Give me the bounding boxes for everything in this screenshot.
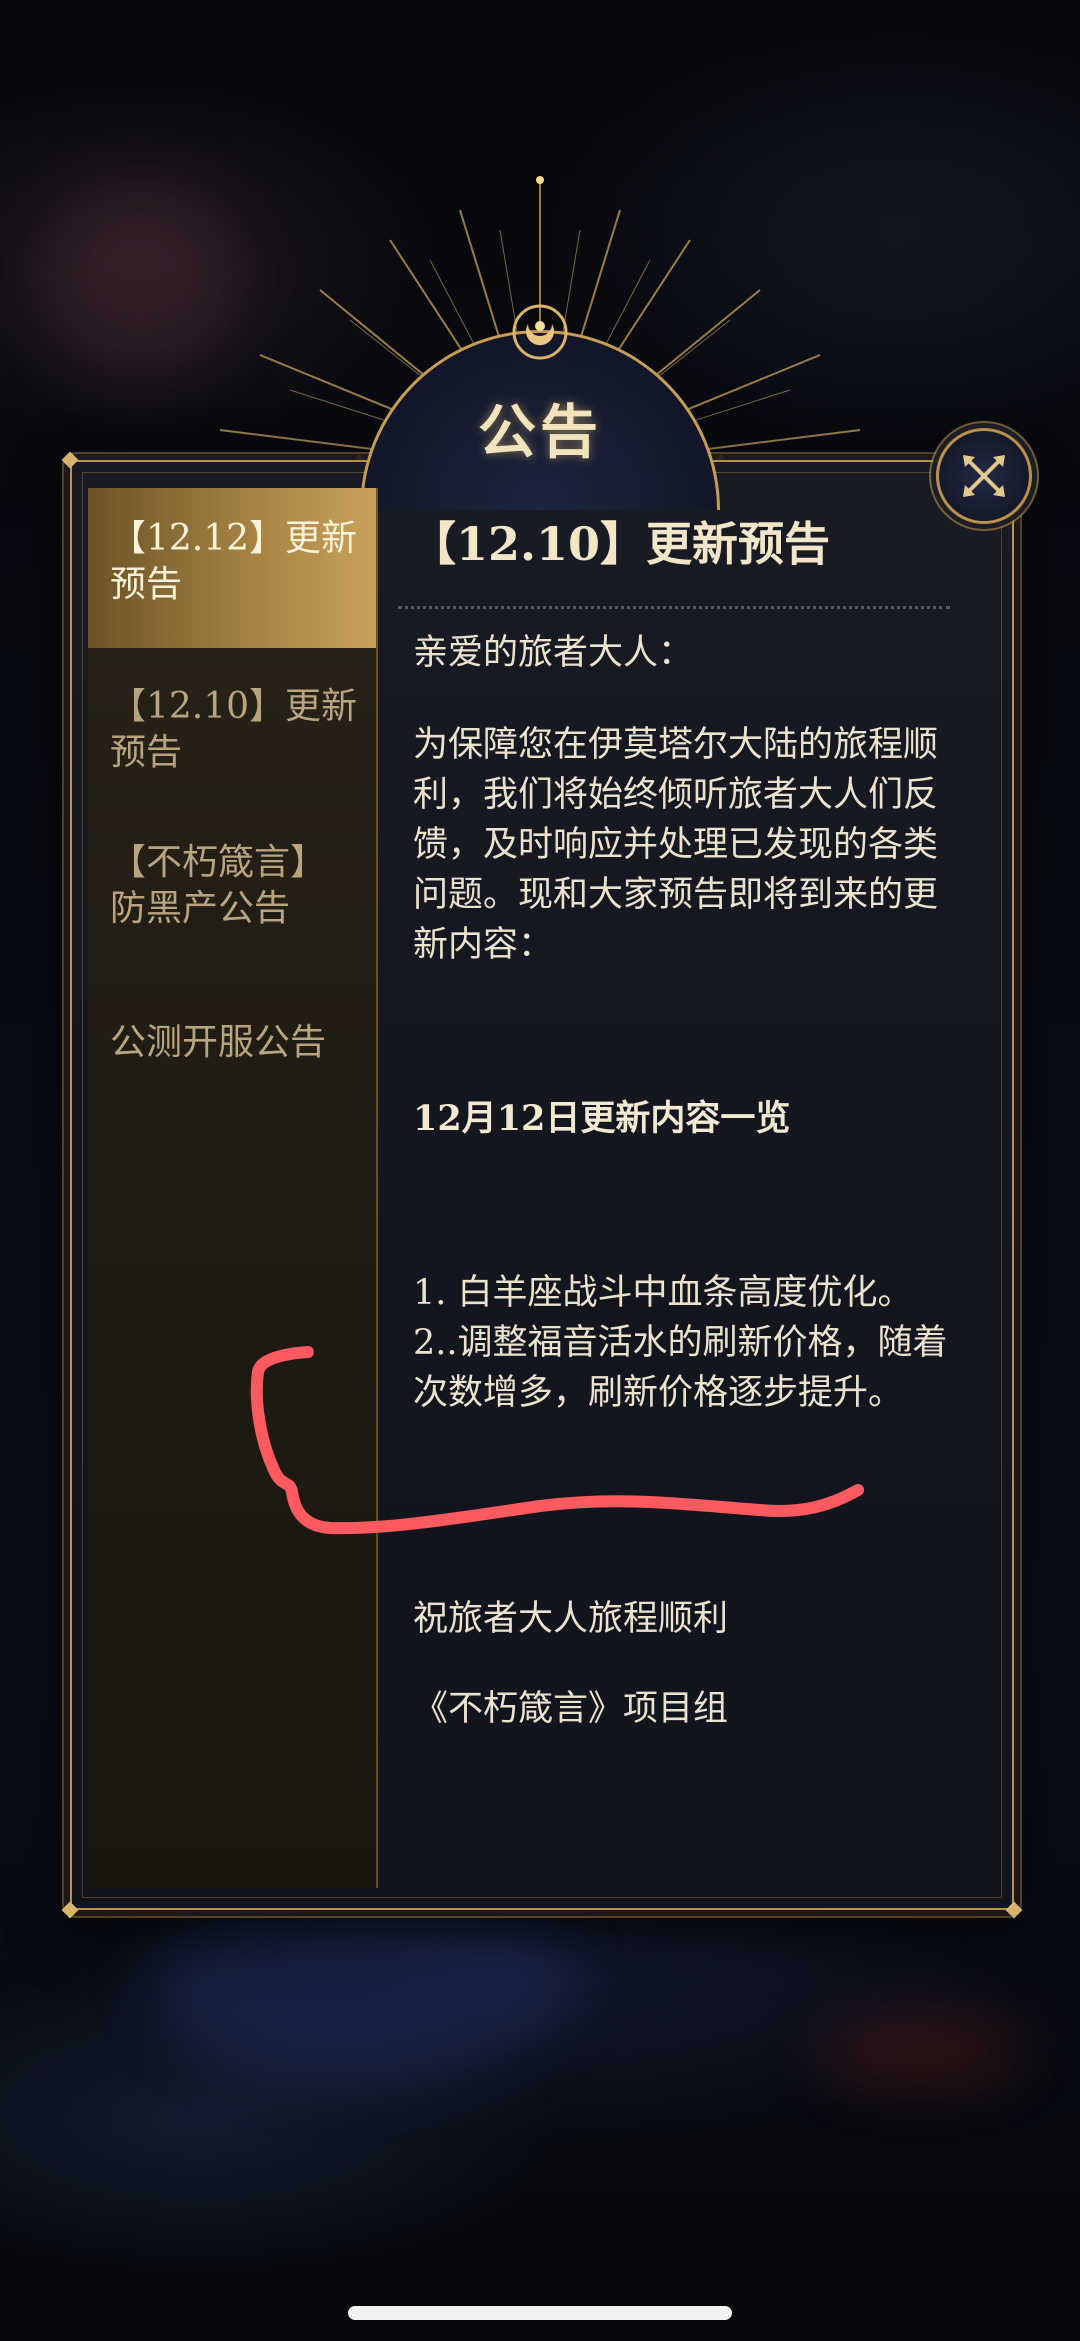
page-title: 公告 [477,398,602,466]
divider [398,606,950,609]
moon-emblem-icon [512,304,568,360]
sidebar-item-12-12[interactable]: 【12.12】更新预告 [88,488,376,648]
sidebar-item-label: 公测开服公告 [110,1022,327,1063]
signature-text: 《不朽箴言》项目组 [413,1689,729,1729]
sidebar-item-label: 【12.12】更新预告 [110,518,358,605]
announcement-title: 【12.10】更新预告 [410,517,831,571]
corner-ornament [1005,1901,1023,1919]
section-heading: 12月12日更新内容一览 [413,1098,791,1139]
close-x-icon [963,455,1005,497]
update-item: 2..调整福音活水的刷新价格，随着次数增多，刷新价格逐步提升。 [413,1323,948,1413]
body-text: 为保障您在伊莫塔尔大陆的旅程顺利，我们将始终倾听旅者大人们反馈，及时响应并处理已… [413,725,939,965]
sidebar-item-launch[interactable]: 公测开服公告 [88,1006,376,1080]
update-item: 1. 白羊座战斗中血条高度优化。 [413,1273,913,1313]
closing-text: 祝旅者大人旅程顺利 [413,1599,729,1639]
screen: 公告 【12.12】更新预告 【12.10】更新预告 【不朽箴言】防黑产公告 公… [0,0,1080,2341]
sidebar-item-12-10[interactable]: 【12.10】更新预告 [88,670,376,790]
sidebar-item-anti-fraud[interactable]: 【不朽箴言】防黑产公告 [88,826,376,946]
home-indicator[interactable] [348,2306,732,2320]
background-glow [150,1880,570,2080]
sidebar-item-label: 【12.10】更新预告 [110,686,358,773]
sidebar-item-label: 【不朽箴言】防黑产公告 [110,842,327,929]
background-glow [820,2020,1020,2080]
greeting-text: 亲爱的旅者大人： [413,633,694,673]
announcement-content[interactable]: 【12.10】更新预告 亲爱的旅者大人： 为保障您在伊莫塔尔大陆的旅程顺利，我们… [398,488,958,1868]
corner-ornament [61,451,79,469]
corner-ornament [61,1901,79,1919]
announcement-sidebar: 【12.12】更新预告 【12.10】更新预告 【不朽箴言】防黑产公告 公测开服… [88,488,378,1888]
